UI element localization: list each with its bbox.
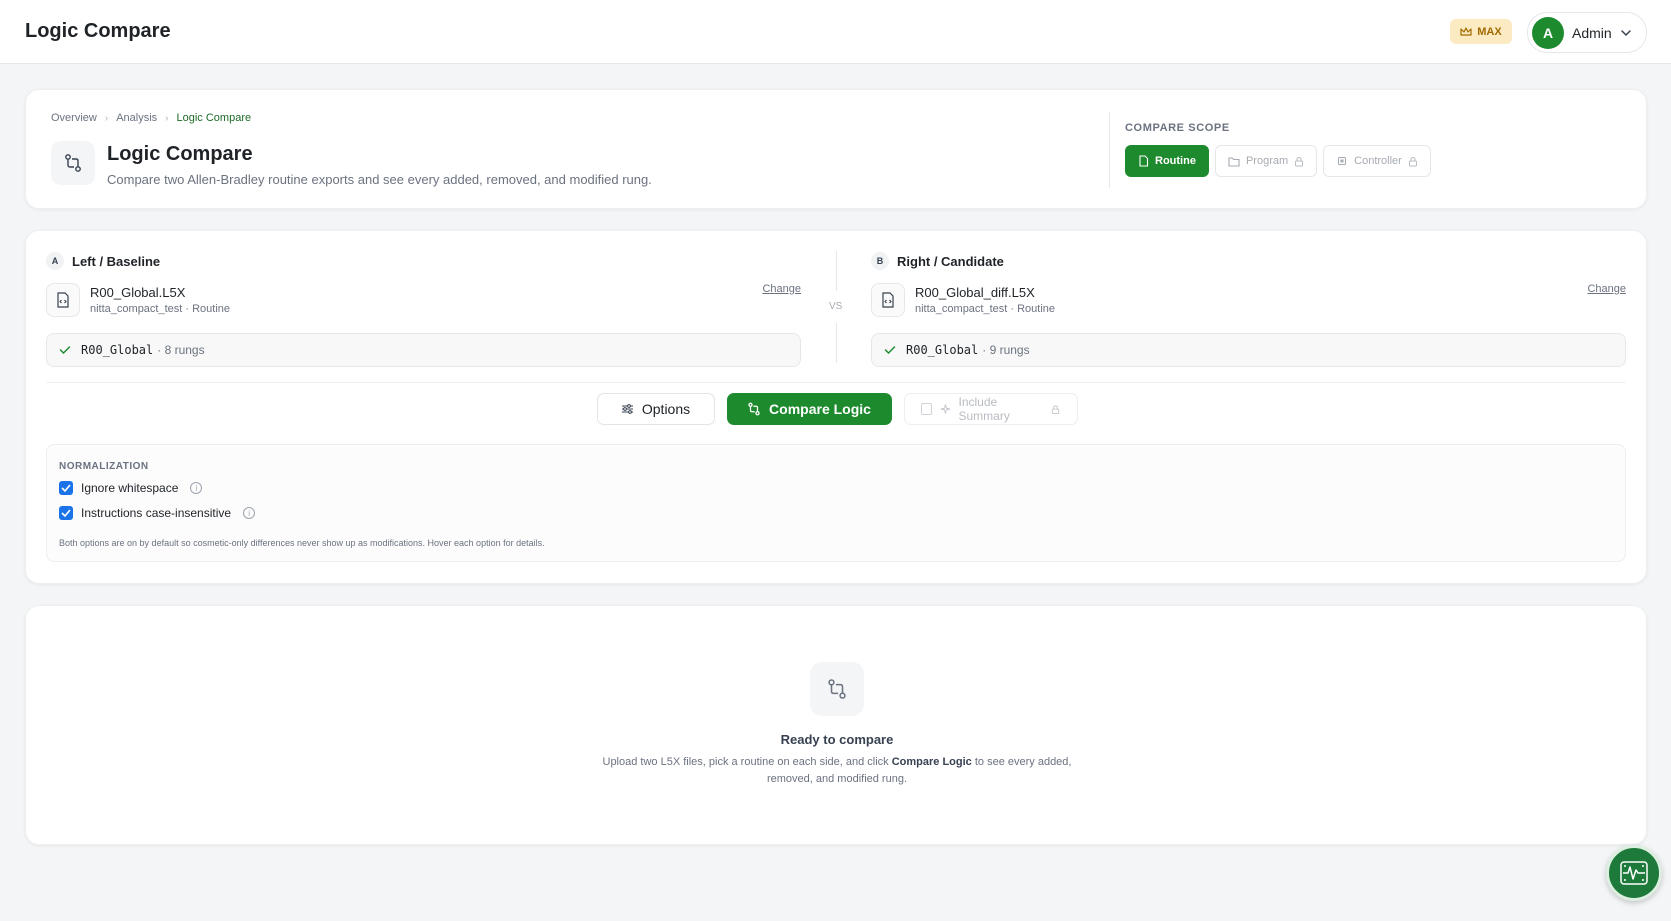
file-icon	[1139, 155, 1149, 167]
right-routine-rungs: · 9 rungs	[982, 343, 1030, 357]
scope-label: COMPARE SCOPE	[1125, 122, 1230, 134]
case-insensitive-option[interactable]: Instructions case-insensitive i	[59, 506, 256, 520]
lock-icon	[1052, 404, 1060, 414]
left-pane-title: Left / Baseline	[72, 253, 161, 269]
breadcrumb: Overview › Analysis › Logic Compare	[51, 112, 251, 124]
case-insensitive-checkbox[interactable]	[59, 506, 73, 520]
breadcrumb-current: Logic Compare	[176, 112, 252, 124]
breadcrumb-overview[interactable]: Overview	[51, 112, 97, 124]
right-file-row: R00_Global_diff.L5X nitta_compact_test ·…	[871, 283, 1626, 319]
summary-checkbox[interactable]	[920, 403, 932, 415]
normalization-hint: Both options are on by default so cosmet…	[59, 538, 545, 548]
compare-icon	[748, 402, 760, 416]
left-file-meta: nitta_compact_test · Routine	[90, 303, 231, 315]
options-label: Options	[641, 401, 691, 417]
cpu-icon	[1338, 156, 1347, 166]
right-change-link[interactable]: Change	[1587, 283, 1626, 295]
include-summary-toggle[interactable]: Include Summary	[903, 393, 1078, 425]
right-pane-title: Right / Candidate	[897, 253, 1004, 269]
scope-routine-label: Routine	[1155, 155, 1196, 167]
chevron-right-icon: ›	[104, 112, 109, 124]
side-letter-b: B	[871, 252, 889, 270]
vs-divider-top	[836, 251, 837, 291]
ignore-whitespace-label: Ignore whitespace	[81, 481, 179, 495]
user-menu[interactable]: A Admin	[1527, 12, 1647, 53]
ignore-whitespace-checkbox[interactable]	[59, 481, 73, 495]
info-icon[interactable]: i	[243, 507, 256, 519]
avatar: A	[1532, 16, 1564, 49]
right-file-meta: nitta_compact_test · Routine	[915, 303, 1056, 315]
scope-routine-button[interactable]: Routine	[1125, 145, 1209, 177]
right-file-name: R00_Global_diff.L5X	[915, 285, 1035, 300]
normalization-label: NORMALIZATION	[59, 461, 149, 472]
compare-icon	[51, 141, 95, 185]
left-pane: A Left / Baseline R00_Global.L5X nitta_c…	[46, 251, 801, 367]
folder-icon	[1228, 156, 1240, 167]
check-icon	[59, 346, 71, 355]
left-routine-name: R00_Global	[81, 343, 154, 357]
include-summary-label: Include Summary	[958, 395, 1010, 423]
actions-divider	[46, 382, 1626, 383]
file-code-icon	[46, 283, 80, 317]
compare-actions: Options Compare Logic Include Summary	[26, 393, 1648, 425]
user-name: Admin	[1572, 24, 1612, 41]
normalization-panel: NORMALIZATION Ignore whitespace i Instru…	[46, 444, 1626, 562]
left-change-link[interactable]: Change	[762, 283, 801, 295]
left-file-row: R00_Global.L5X nitta_compact_test · Rout…	[46, 283, 801, 319]
sparkle-icon	[940, 404, 950, 414]
circuit-icon	[1620, 861, 1648, 885]
scope-program-label: Program	[1245, 155, 1289, 167]
right-pane-header: B Right / Candidate	[871, 251, 1626, 271]
right-routine-name: R00_Global	[906, 343, 979, 357]
vs-divider-bottom	[836, 323, 837, 363]
left-pane-header: A Left / Baseline	[46, 251, 801, 271]
left-routine-select[interactable]: R00_Global · 8 rungs	[46, 333, 801, 367]
scope-toggle: Routine Program Controller	[1125, 145, 1431, 177]
scope-divider	[1109, 112, 1110, 188]
assistant-launcher-button[interactable]	[1606, 845, 1662, 901]
options-button[interactable]: Options	[596, 393, 715, 425]
right-pane: B Right / Candidate R00_Global_diff.L5X …	[871, 251, 1626, 367]
lock-icon	[1295, 156, 1304, 166]
vs-label: VS	[829, 301, 843, 312]
breadcrumb-analysis[interactable]: Analysis	[116, 112, 157, 124]
empty-state-description: Upload two L5X files, pick a routine on …	[597, 754, 1077, 788]
app-title: Logic Compare	[25, 20, 171, 42]
case-insensitive-label: Instructions case-insensitive	[81, 506, 232, 520]
empty-state-title: Ready to compare	[780, 732, 894, 747]
compare-icon	[810, 662, 864, 716]
page-subtitle: Compare two Allen-Bradley routine export…	[107, 172, 652, 187]
left-routine-rungs: · 8 rungs	[157, 343, 205, 357]
lock-icon	[1408, 156, 1417, 166]
intro-card: Overview › Analysis › Logic Compare Logi…	[25, 89, 1647, 209]
check-icon	[884, 346, 896, 355]
right-routine-select[interactable]: R00_Global · 9 rungs	[871, 333, 1626, 367]
plan-badge: MAX	[1450, 19, 1512, 44]
scope-program-button[interactable]: Program	[1214, 145, 1318, 177]
file-code-icon	[871, 283, 905, 317]
compare-logic-button[interactable]: Compare Logic	[726, 393, 892, 425]
check-icon	[61, 509, 71, 517]
check-icon	[61, 484, 71, 492]
top-bar: Logic Compare MAX A Admin	[0, 0, 1671, 64]
ignore-whitespace-option[interactable]: Ignore whitespace i	[59, 481, 203, 495]
info-icon[interactable]: i	[190, 482, 203, 494]
sliders-icon	[621, 404, 633, 414]
plan-badge-label: MAX	[1477, 25, 1502, 38]
scope-controller-button[interactable]: Controller	[1323, 145, 1431, 177]
crown-icon	[1460, 26, 1472, 36]
empty-desc-before: Upload two L5X files, pick a routine on …	[602, 756, 892, 768]
chevron-right-icon: ›	[165, 112, 169, 124]
chevron-down-icon	[1620, 29, 1631, 36]
left-file-name: R00_Global.L5X	[90, 285, 186, 300]
compare-card: A Left / Baseline R00_Global.L5X nitta_c…	[25, 230, 1647, 584]
compare-logic-label: Compare Logic	[769, 401, 871, 417]
page-title: Logic Compare	[107, 143, 253, 165]
side-letter-a: A	[46, 252, 64, 270]
empty-desc-strong: Compare Logic	[891, 756, 972, 768]
scope-controller-label: Controller	[1354, 155, 1402, 167]
results-card: Ready to compare Upload two L5X files, p…	[25, 605, 1647, 845]
